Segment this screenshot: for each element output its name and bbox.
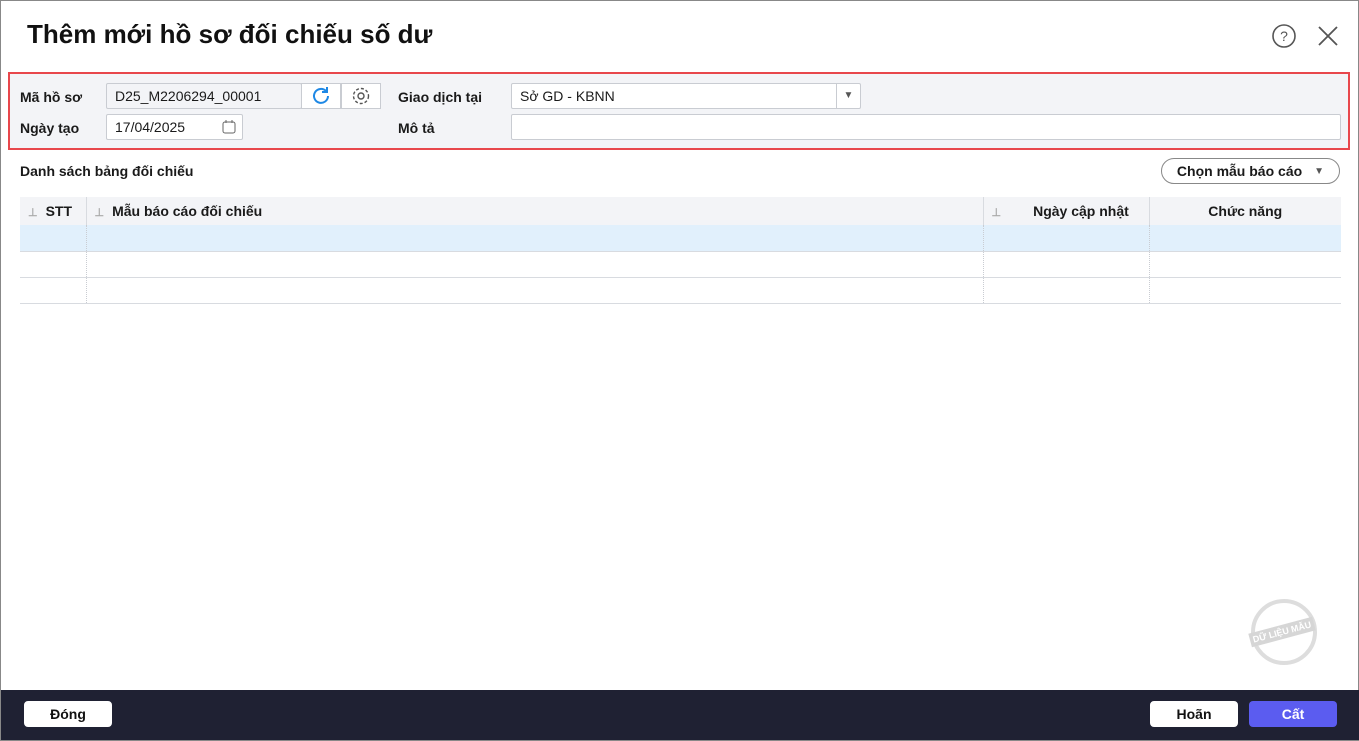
table-row[interactable] [20,277,1341,304]
svg-text:?: ? [1280,28,1288,44]
choose-template-label: Chọn mẫu báo cáo [1176,163,1303,179]
col-updated[interactable]: ⊥ Ngày cập nhật [983,197,1150,225]
form-panel: Mã hồ sơ D25_M2206294_00001 Ngày tạo 17/… [8,72,1350,150]
gear-icon[interactable] [341,83,381,109]
col-label: Ngày cập nhật [1033,203,1129,219]
close-icon[interactable] [1315,23,1341,49]
watermark-text: DỮ LIỆU MẪU [1248,616,1316,648]
table-row[interactable] [20,251,1341,278]
col-template[interactable]: ⊥ Mẫu báo cáo đối chiếu [86,197,984,225]
col-stt[interactable]: ⊥ STT [20,197,87,225]
ma-ho-so-label: Mã hồ sơ [20,89,83,105]
col-label: Mẫu báo cáo đối chiếu [112,203,263,219]
pin-icon[interactable]: ⊥ [95,207,105,219]
col-actions: Chức năng [1149,197,1341,225]
table-row[interactable] [20,225,1341,252]
pin-icon[interactable]: ⊥ [28,207,38,219]
footer-bar: Đóng Hoãn Cất [1,690,1359,740]
refresh-icon[interactable] [301,83,341,109]
section-title: Danh sách bảng đối chiếu [20,163,194,179]
giao-dich-label: Giao dịch tại [398,89,483,105]
sample-data-watermark: DỮ LIỆU MẪU [1248,599,1317,665]
mo-ta-label: Mô tả [398,120,435,136]
cancel-button[interactable]: Hoãn [1150,701,1238,727]
giao-dich-select[interactable]: Sở GD - KBNN ▼ [511,83,861,109]
chevron-down-icon[interactable]: ▼ [836,84,860,108]
reconciliation-table: ⊥ STT ⊥ Mẫu báo cáo đối chiếu ⊥ Ngày cập nh… [20,197,1341,304]
choose-template-button[interactable]: Chọn mẫu báo cáo ▼ [1161,158,1340,184]
chevron-down-icon: ▼ [1314,165,1325,177]
giao-dich-value: Sở GD - KBNN [520,88,615,104]
ngay-tao-label: Ngày tạo [20,120,80,136]
close-button[interactable]: Đóng [24,701,112,727]
ma-ho-so-input[interactable]: D25_M2206294_00001 [106,83,302,109]
save-button[interactable]: Cất [1249,701,1337,727]
col-label: Chức năng [1208,203,1283,219]
dialog-title: Thêm mới hồ sơ đối chiếu số dư [27,19,433,49]
mo-ta-input[interactable] [511,114,1341,140]
pin-icon[interactable]: ⊥ [992,207,1002,219]
help-icon[interactable]: ? [1271,23,1297,49]
col-label: STT [45,203,73,219]
calendar-icon[interactable] [222,119,236,138]
